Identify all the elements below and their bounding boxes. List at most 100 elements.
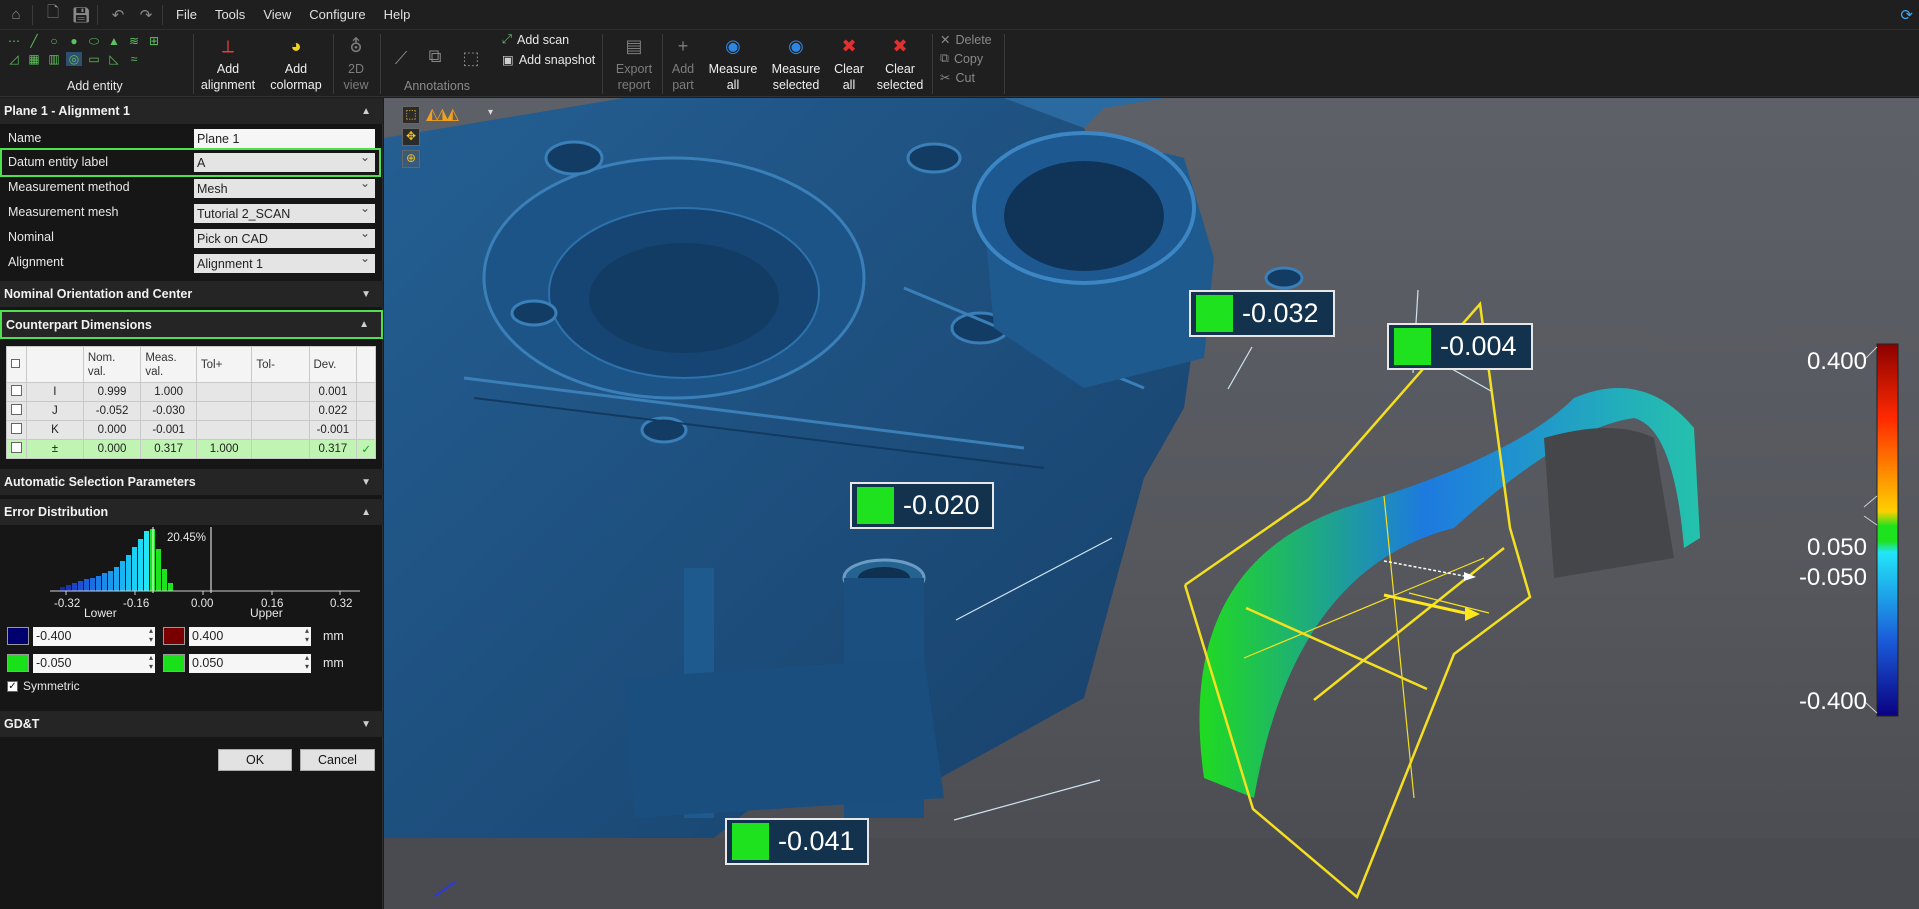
name-field[interactable]: Plane 1 <box>194 129 375 148</box>
2d-view-button[interactable]: ⛢ 2D view <box>338 30 374 93</box>
add-colormap-button[interactable]: ◕ Add colormap <box>266 30 326 93</box>
upper-outer-spinbox[interactable]: 0.400 <box>189 626 311 646</box>
annotation-icon-2[interactable]: ⧉ <box>422 43 448 69</box>
add-snapshot-button[interactable]: ▣ Add snapshot <box>502 52 595 68</box>
circle-tool-icon[interactable]: ○ <box>46 34 62 48</box>
point-tool-icon[interactable]: ⋯ <box>6 34 22 48</box>
row-checkbox[interactable] <box>11 423 22 434</box>
clear-all-button[interactable]: ✖ Clear all <box>832 30 866 93</box>
add-alignment-button[interactable]: ⟂ Add alignment <box>200 30 256 93</box>
measure-all-button[interactable]: ◉ Measure all <box>706 30 760 93</box>
slot-tool-icon[interactable]: ◺ <box>106 52 122 66</box>
measurement-mesh-dropdown[interactable]: Tutorial 2_SCAN <box>194 201 375 223</box>
bars-tool-icon[interactable]: ▥ <box>46 52 62 66</box>
measure-selected-button[interactable]: ◉ Measure selected <box>766 30 826 93</box>
layers-tool-icon[interactable]: ≋ <box>126 34 142 48</box>
row-tolm[interactable] <box>251 439 310 459</box>
cancel-button[interactable]: Cancel <box>300 749 375 771</box>
counterpart-dimensions-header[interactable]: Counterpart Dimensions ▲ <box>0 310 383 339</box>
clear-selected-button[interactable]: ✖ Clear selected <box>874 30 926 93</box>
select-all-checkbox[interactable] <box>11 358 20 368</box>
gdt-header[interactable]: GD&T ▼ <box>0 711 383 737</box>
deviation-callout[interactable]: -0.020 <box>850 482 994 529</box>
datum-entity-dropdown[interactable]: A <box>194 150 375 172</box>
deviation-callout[interactable]: -0.004 <box>1387 323 1533 370</box>
row-tolp[interactable]: 1.000 <box>195 439 253 459</box>
lower-outer-spinbox[interactable]: -0.400 <box>33 626 155 646</box>
row-checkbox[interactable] <box>11 385 22 396</box>
row-tolm[interactable] <box>251 382 310 402</box>
lower-outer-color-swatch[interactable] <box>7 627 29 645</box>
sphere-tool-icon[interactable]: ● <box>66 34 82 48</box>
row-tolm[interactable] <box>251 420 310 440</box>
collapse-arrow-icon[interactable]: ◂ <box>390 98 412 106</box>
upper-inner-color-swatch[interactable] <box>163 654 185 672</box>
lower-inner-color-swatch[interactable] <box>7 654 29 672</box>
symmetric-checkbox[interactable]: ✓ <box>7 680 18 692</box>
upper-outer-color-swatch[interactable] <box>163 627 185 645</box>
row-checkbox-cell[interactable] <box>6 382 27 402</box>
grid-tool-icon[interactable]: ⊞ <box>146 34 162 48</box>
help-icon[interactable]: ⟳ <box>1900 6 1913 24</box>
measurement-method-dropdown[interactable]: Mesh <box>194 176 375 198</box>
table-tool-icon[interactable]: ▦ <box>26 52 42 66</box>
3d-viewport[interactable]: ◂ ⬚ ◭◮◭ ▾ ✥ ⊕ -0.032 -0.004 -0.020 -0.04… <box>384 98 1919 909</box>
symmetric-option[interactable]: ✓ Symmetric <box>7 675 80 697</box>
menu-help[interactable]: Help <box>375 7 420 22</box>
table-row[interactable]: J -0.052 -0.030 0.022 <box>6 401 376 421</box>
view-orientation-icon[interactable]: ◭◮◭ <box>426 104 459 124</box>
row-checkbox[interactable] <box>11 404 22 415</box>
export-report-button[interactable]: ▤ Export report <box>612 30 656 93</box>
zoom-tool-icon[interactable]: ⊕ <box>402 150 420 168</box>
surface-tool-icon[interactable]: ≈ <box>126 52 142 66</box>
home-icon[interactable]: ⌂ <box>4 4 28 26</box>
panel-title-header[interactable]: Plane 1 - Alignment 1 ▲ <box>0 98 383 124</box>
row-checkbox-cell[interactable] <box>6 420 27 440</box>
deviation-callout[interactable]: -0.041 <box>725 818 869 865</box>
row-tolp[interactable] <box>195 382 253 402</box>
menu-tools[interactable]: Tools <box>206 7 254 22</box>
redo-icon[interactable]: ↷ <box>134 4 158 26</box>
undo-icon[interactable]: ↶ <box>106 4 130 26</box>
select-all-header[interactable] <box>6 346 27 383</box>
ellipse-tool-icon[interactable]: ⬭ <box>86 34 102 48</box>
add-scan-button[interactable]: ⤢ Add scan <box>502 32 569 47</box>
row-tolm[interactable] <box>251 401 310 421</box>
table-row[interactable]: ± 0.000 0.317 1.000 0.317 ✓ <box>6 439 376 459</box>
add-entity-label[interactable]: Add entity <box>67 79 123 93</box>
nominal-orientation-header[interactable]: Nominal Orientation and Center ▼ <box>0 281 383 307</box>
menu-view[interactable]: View <box>254 7 300 22</box>
save-icon[interactable]: 💾︎ <box>69 4 93 26</box>
cone-tool-icon[interactable]: ▲ <box>106 34 122 48</box>
triangle-tool-icon[interactable]: ◿ <box>6 52 22 66</box>
cut-button[interactable]: ✂ Cut <box>940 70 975 86</box>
menu-configure[interactable]: Configure <box>300 7 374 22</box>
new-file-icon[interactable]: 🗋 <box>41 4 65 26</box>
line-tool-icon[interactable]: ╱ <box>26 34 42 48</box>
row-checkbox[interactable] <box>11 442 22 453</box>
row-tolp[interactable] <box>195 401 253 421</box>
table-row[interactable]: I 0.999 1.000 0.001 <box>6 382 376 402</box>
pan-tool-icon[interactable]: ✥ <box>402 128 420 146</box>
row-checkbox-cell[interactable] <box>6 401 27 421</box>
annotation-icon-3[interactable]: ⬚ <box>458 45 484 71</box>
add-part-button[interactable]: + Add part <box>665 30 701 93</box>
menu-file[interactable]: File <box>167 7 206 22</box>
nominal-dropdown[interactable]: Pick on CAD <box>194 226 375 248</box>
row-checkbox-cell[interactable] <box>6 439 27 459</box>
plane-tool-icon[interactable]: ◎ <box>66 52 82 66</box>
dropdown-arrow-icon[interactable]: ▾ <box>488 107 493 118</box>
rectangle-tool-icon[interactable]: ▭ <box>86 52 102 66</box>
delete-button[interactable]: ✕ Delete <box>940 32 992 48</box>
deviation-callout[interactable]: -0.032 <box>1189 290 1335 337</box>
auto-selection-header[interactable]: Automatic Selection Parameters ▼ <box>0 469 383 495</box>
upper-inner-spinbox[interactable]: 0.050 <box>189 653 311 673</box>
annotation-icon-1[interactable]: ⟋ <box>388 45 414 71</box>
row-tolp[interactable] <box>195 420 253 440</box>
ok-button[interactable]: OK <box>218 749 292 771</box>
lower-inner-spinbox[interactable]: -0.050 <box>33 653 155 673</box>
alignment-dropdown[interactable]: Alignment 1 <box>194 251 375 273</box>
table-row[interactable]: K 0.000 -0.001 -0.001 <box>6 420 376 440</box>
selection-tool-icon[interactable]: ⬚ <box>402 106 420 124</box>
copy-button[interactable]: ⧉ Copy <box>940 51 983 66</box>
